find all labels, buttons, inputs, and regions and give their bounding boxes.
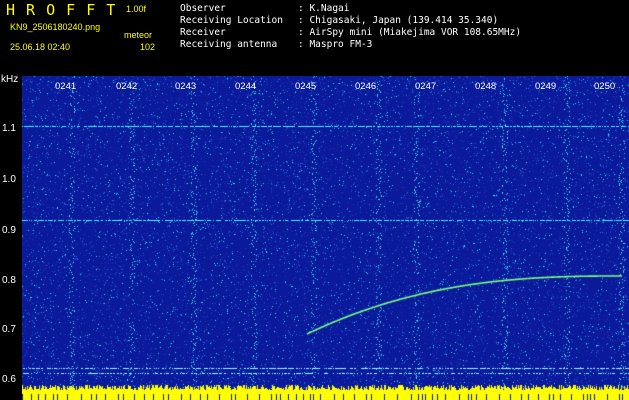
info-label-antenna: Receiving antenna xyxy=(180,39,278,50)
x-tick-0250: 0250 xyxy=(594,81,616,92)
datetime-label: 25.06.18 02:40 xyxy=(10,42,71,52)
y-tick-0-9: 0.9 xyxy=(2,225,16,236)
x-tick-0248: 0248 xyxy=(475,81,497,92)
info-value-location: : Chigasaki, Japan (139.414 35.340) xyxy=(298,15,499,26)
app-version: 1.00f xyxy=(126,4,147,14)
info-label-location: Receiving Location xyxy=(180,15,283,26)
y-tick-0-6: 0.6 xyxy=(2,374,16,385)
info-value-antenna: : Maspro FM-3 xyxy=(298,39,373,50)
file-name: KN9_2506180240.png xyxy=(10,22,101,32)
mode-label: meteor xyxy=(124,30,153,40)
x-tick-0247: 0247 xyxy=(415,81,437,92)
app-title: H R O F F T xyxy=(6,1,117,19)
spectrogram-canvas xyxy=(22,76,629,400)
y-axis-unit: kHz xyxy=(1,74,19,85)
info-label-receiver: Receiver xyxy=(180,27,226,38)
y-tick-1-1: 1.1 xyxy=(2,123,16,134)
x-tick-0241: 0241 xyxy=(55,81,77,92)
x-tick-0245: 0245 xyxy=(295,81,317,92)
x-tick-0244: 0244 xyxy=(235,81,257,92)
x-tick-0242: 0242 xyxy=(116,81,138,92)
x-tick-0246: 0246 xyxy=(355,81,377,92)
x-tick-0243: 0243 xyxy=(175,81,197,92)
y-tick-1-0: 1.0 xyxy=(2,174,16,185)
x-tick-0249: 0249 xyxy=(535,81,557,92)
y-tick-0-7: 0.7 xyxy=(2,324,16,335)
info-value-observer: : K.Nagai xyxy=(298,3,350,14)
info-value-receiver: : AirSpy mini (Miakejima VOR 108.65MHz) xyxy=(298,27,522,38)
header-panel: H R O F F T 1.00f KN9_2506180240.png met… xyxy=(0,0,629,74)
count-label: 102 xyxy=(140,42,156,52)
y-tick-0-8: 0.8 xyxy=(2,275,16,286)
info-label-observer: Observer xyxy=(180,3,226,14)
